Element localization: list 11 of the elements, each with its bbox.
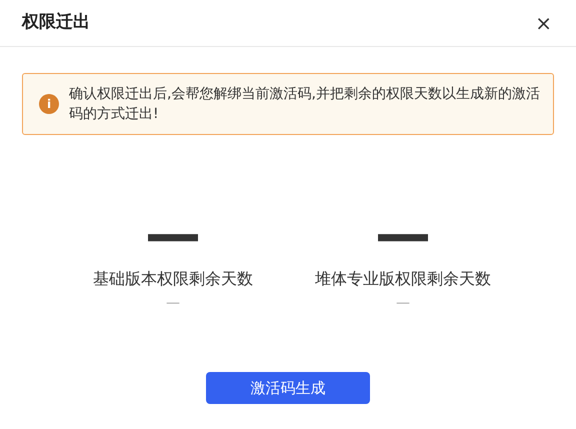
stat-label: 基础版本权限剩余天数 <box>93 268 253 290</box>
stat-value: — <box>145 215 201 255</box>
stat-subvalue: — <box>396 294 410 313</box>
close-button[interactable]: × <box>535 13 552 33</box>
stat-label: 堆体专业版权限剩余天数 <box>315 268 491 290</box>
stat-subvalue: — <box>166 294 180 313</box>
dialog-title: 权限迁出 <box>22 11 90 34</box>
stat-value: — <box>375 215 431 255</box>
info-icon: i <box>39 94 59 114</box>
generate-button[interactable]: 激活码生成 <box>206 372 370 404</box>
alert-message: 确认权限迁出后,会帮您解绑当前激活码,并把剩余的权限天数以生成新的激活码的方式迁出! <box>69 85 541 124</box>
